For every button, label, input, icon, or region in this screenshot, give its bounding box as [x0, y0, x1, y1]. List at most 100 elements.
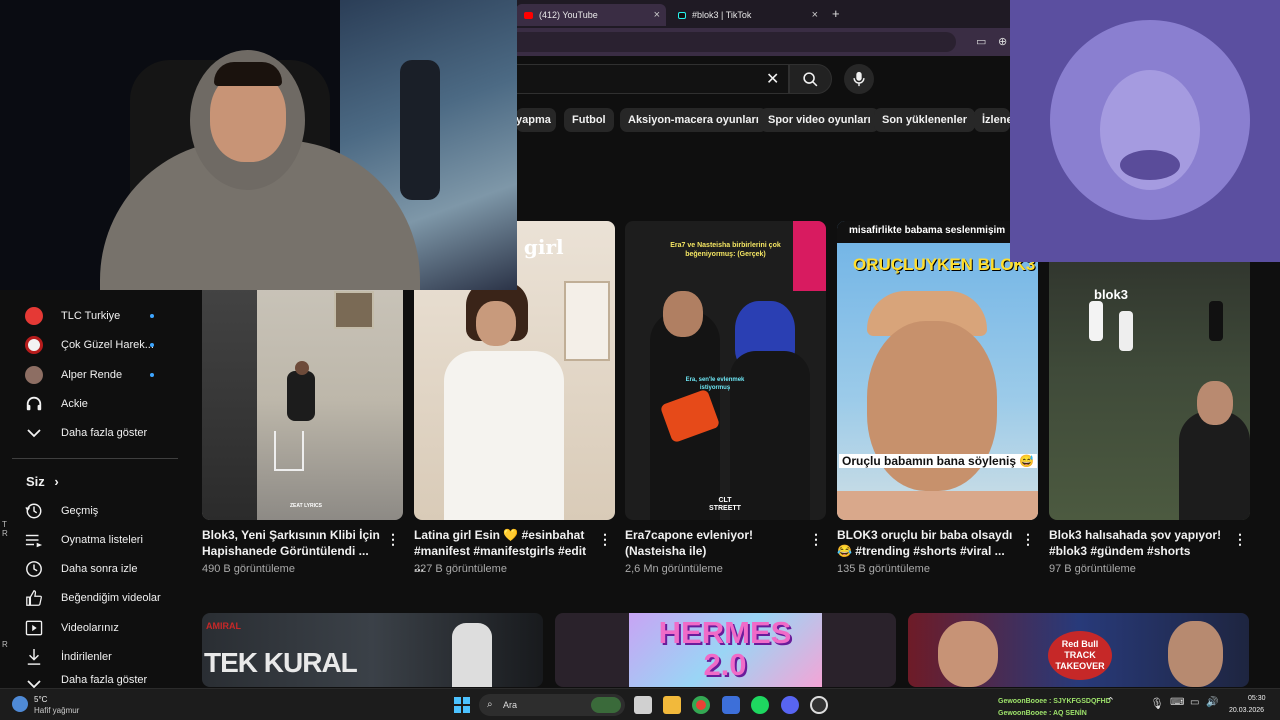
voice-search-button[interactable]: [844, 64, 874, 94]
thumbnail-overlay-text: Era, sen'le evlenmek istiyormuş: [685, 377, 745, 391]
windows-start-icon[interactable]: [454, 697, 470, 713]
more-options-icon[interactable]: ⋮: [1233, 531, 1247, 548]
tab-youtube[interactable]: (412) YouTube ×: [516, 4, 666, 26]
chip-son[interactable]: Son yüklenenler: [874, 108, 975, 132]
chevron-down-icon: [27, 680, 41, 688]
search-button[interactable]: [789, 64, 832, 94]
weather-temp: 5°C: [34, 695, 48, 704]
sidebar-sub-cok-guzel[interactable]: Çok Güzel Harek...: [24, 331, 174, 359]
taskbar-search[interactable]: ⌕ Ara: [479, 694, 625, 716]
thumbnail-overlay-text: misafirlikte babama seslenmişim: [849, 225, 1006, 236]
sidebar-item-your-videos[interactable]: Videolarınız: [24, 614, 174, 642]
new-tab-button[interactable]: +: [832, 6, 840, 21]
close-tab-icon[interactable]: ×: [812, 9, 818, 21]
clock-icon: [26, 561, 42, 577]
sidebar-item-label: Alper Rende: [61, 369, 123, 381]
sidebar-item-history[interactable]: Geçmiş: [24, 497, 174, 525]
short-title[interactable]: BLOK3 oruçlu bir baba olsaydı 😂 #trendin…: [837, 527, 1017, 559]
you-label: Siz: [26, 474, 45, 489]
download-icon: [27, 649, 41, 665]
clock-date[interactable]: 20.03.2026: [1229, 707, 1264, 714]
chip-spor[interactable]: Spor video oyunları: [760, 108, 879, 132]
spotify-icon[interactable]: [751, 696, 769, 714]
task-view-icon[interactable]: [634, 696, 652, 714]
search-highlight-icon: [591, 697, 621, 713]
sidebar-you-heading[interactable]: Siz ›: [26, 474, 59, 489]
close-tab-icon[interactable]: ×: [654, 9, 660, 21]
chrome-icon[interactable]: [692, 696, 710, 714]
keyboard-icon[interactable]: ⌨: [1170, 697, 1184, 708]
sidebar-item-show-more-2[interactable]: Daha fazla göster: [24, 674, 174, 688]
youtube-favicon-icon: [524, 11, 533, 19]
sidebar-item-label: Daha fazla göster: [61, 674, 148, 686]
thumbnail-overlay-text: blok3: [1094, 287, 1128, 302]
thumbnail-overlay-text: CLT STREETT: [709, 497, 741, 512]
sidebar-item-liked[interactable]: Beğendiğim videolar: [24, 584, 174, 612]
short-views: 97 B görüntüleme: [1049, 563, 1136, 575]
chevron-down-icon: [27, 429, 41, 438]
short-title[interactable]: Blok3 halısahada şov yapıyor! #blok3 #gü…: [1049, 527, 1229, 559]
short-views: 135 B görüntüleme: [837, 563, 930, 575]
more-options-icon[interactable]: ⋮: [386, 531, 400, 548]
browser-tab-strip: (412) YouTube × #blok3 | TikTok × +: [516, 0, 1010, 28]
short-thumbnail[interactable]: Era7 ve Nasteisha birbirlerini çok beğen…: [625, 221, 826, 520]
short-thumbnail[interactable]: blok3: [1049, 221, 1250, 520]
obs-icon[interactable]: [810, 696, 828, 714]
more-options-icon[interactable]: ⋮: [809, 531, 823, 548]
sidebar-item-playlists[interactable]: Oynatma listeleri: [24, 526, 174, 554]
sidebar-item-label: Geçmiş: [61, 505, 99, 517]
search-icon: ⌕: [487, 699, 493, 710]
chevron-right-icon: ›: [54, 474, 59, 489]
chip-yapma[interactable]: yapma: [516, 108, 556, 132]
more-options-icon[interactable]: ⋮: [598, 531, 612, 548]
sidebar-show-more[interactable]: Daha fazla göster: [24, 419, 174, 447]
edge-text: TR: [2, 520, 8, 538]
short-thumbnail[interactable]: misafirlikte babama seslenmişim ORUÇLUYK…: [837, 221, 1038, 520]
url-field[interactable]: [516, 32, 956, 52]
more-options-icon[interactable]: ⋮: [1021, 531, 1035, 548]
video-thumbnail[interactable]: AMIRAL TEK KURAL: [202, 613, 543, 687]
microphone-icon: [853, 71, 865, 87]
short-views: 490 B görüntüleme: [202, 563, 295, 575]
new-content-dot: [150, 314, 154, 318]
thumbs-up-icon: [26, 590, 42, 606]
thumbnail-overlay-text: Oruçlu babamın bana söyleniş 😅: [839, 454, 1038, 468]
thumbnail-overlay-text: AMIRAL: [206, 621, 241, 631]
short-title[interactable]: Blok3, Yeni Şarkısının Klibi İçin Hapish…: [202, 527, 382, 559]
short-card[interactable]: Era7 ve Nasteisha birbirlerini çok beğen…: [625, 221, 826, 575]
microphone-icon[interactable]: 🎙: [1150, 697, 1164, 710]
zoom-icon[interactable]: ⊕: [998, 35, 1007, 48]
short-card[interactable]: misafirlikte babama seslenmişim ORUÇLUYK…: [837, 221, 1038, 575]
channel-avatar: [25, 366, 43, 384]
taskbar: 5°C Hafif yağmur ⌕ Ara GewoonBooee : SJY…: [0, 688, 1280, 720]
sidebar-item-downloads[interactable]: İndirilenler: [24, 643, 174, 671]
volume-icon[interactable]: 🔊: [1206, 697, 1218, 708]
new-content-dot: [150, 343, 154, 347]
chip-aksiyon[interactable]: Aksiyon-macera oyunları: [620, 108, 767, 132]
sidebar-sub-alper[interactable]: Alper Rende: [24, 361, 174, 389]
chevron-up-icon[interactable]: ⌃: [1106, 695, 1115, 708]
video-thumbnail[interactable]: Red Bull TRACK TAKEOVER: [908, 613, 1249, 687]
clear-search-icon[interactable]: ✕: [766, 69, 779, 89]
video-thumbnail[interactable]: HERMES 2.0: [555, 613, 896, 687]
cast-icon[interactable]: ▭: [976, 35, 986, 48]
tab-tiktok[interactable]: #blok3 | TikTok ×: [670, 4, 824, 26]
discord-icon[interactable]: [781, 696, 799, 714]
short-card[interactable]: blok3 Blok3 halısahada şov yapıyor! #blo…: [1049, 221, 1250, 575]
sidebar-sub-ackie[interactable]: Ackie: [24, 390, 174, 418]
channel-avatar: [25, 336, 43, 354]
network-icon[interactable]: ▭: [1190, 697, 1199, 708]
weather-icon[interactable]: [12, 696, 28, 712]
search-input[interactable]: [516, 64, 789, 94]
app-icon[interactable]: [722, 696, 740, 714]
short-title[interactable]: Era7capone evleniyor! (Nasteisha ile): [625, 527, 805, 559]
chip-futbol[interactable]: Futbol: [564, 108, 614, 132]
tab-label: #blok3 | TikTok: [692, 10, 752, 20]
chip-izlenen[interactable]: İzlene: [974, 108, 1010, 132]
tab-label: (412) YouTube: [539, 10, 598, 20]
sidebar-item-watch-later[interactable]: Daha sonra izle: [24, 555, 174, 583]
sidebar-sub-tlc[interactable]: TLC Turkiye: [24, 302, 174, 330]
clock-time[interactable]: 05:30: [1248, 695, 1266, 702]
file-explorer-icon[interactable]: [663, 696, 681, 714]
channel-avatar: [25, 307, 43, 325]
